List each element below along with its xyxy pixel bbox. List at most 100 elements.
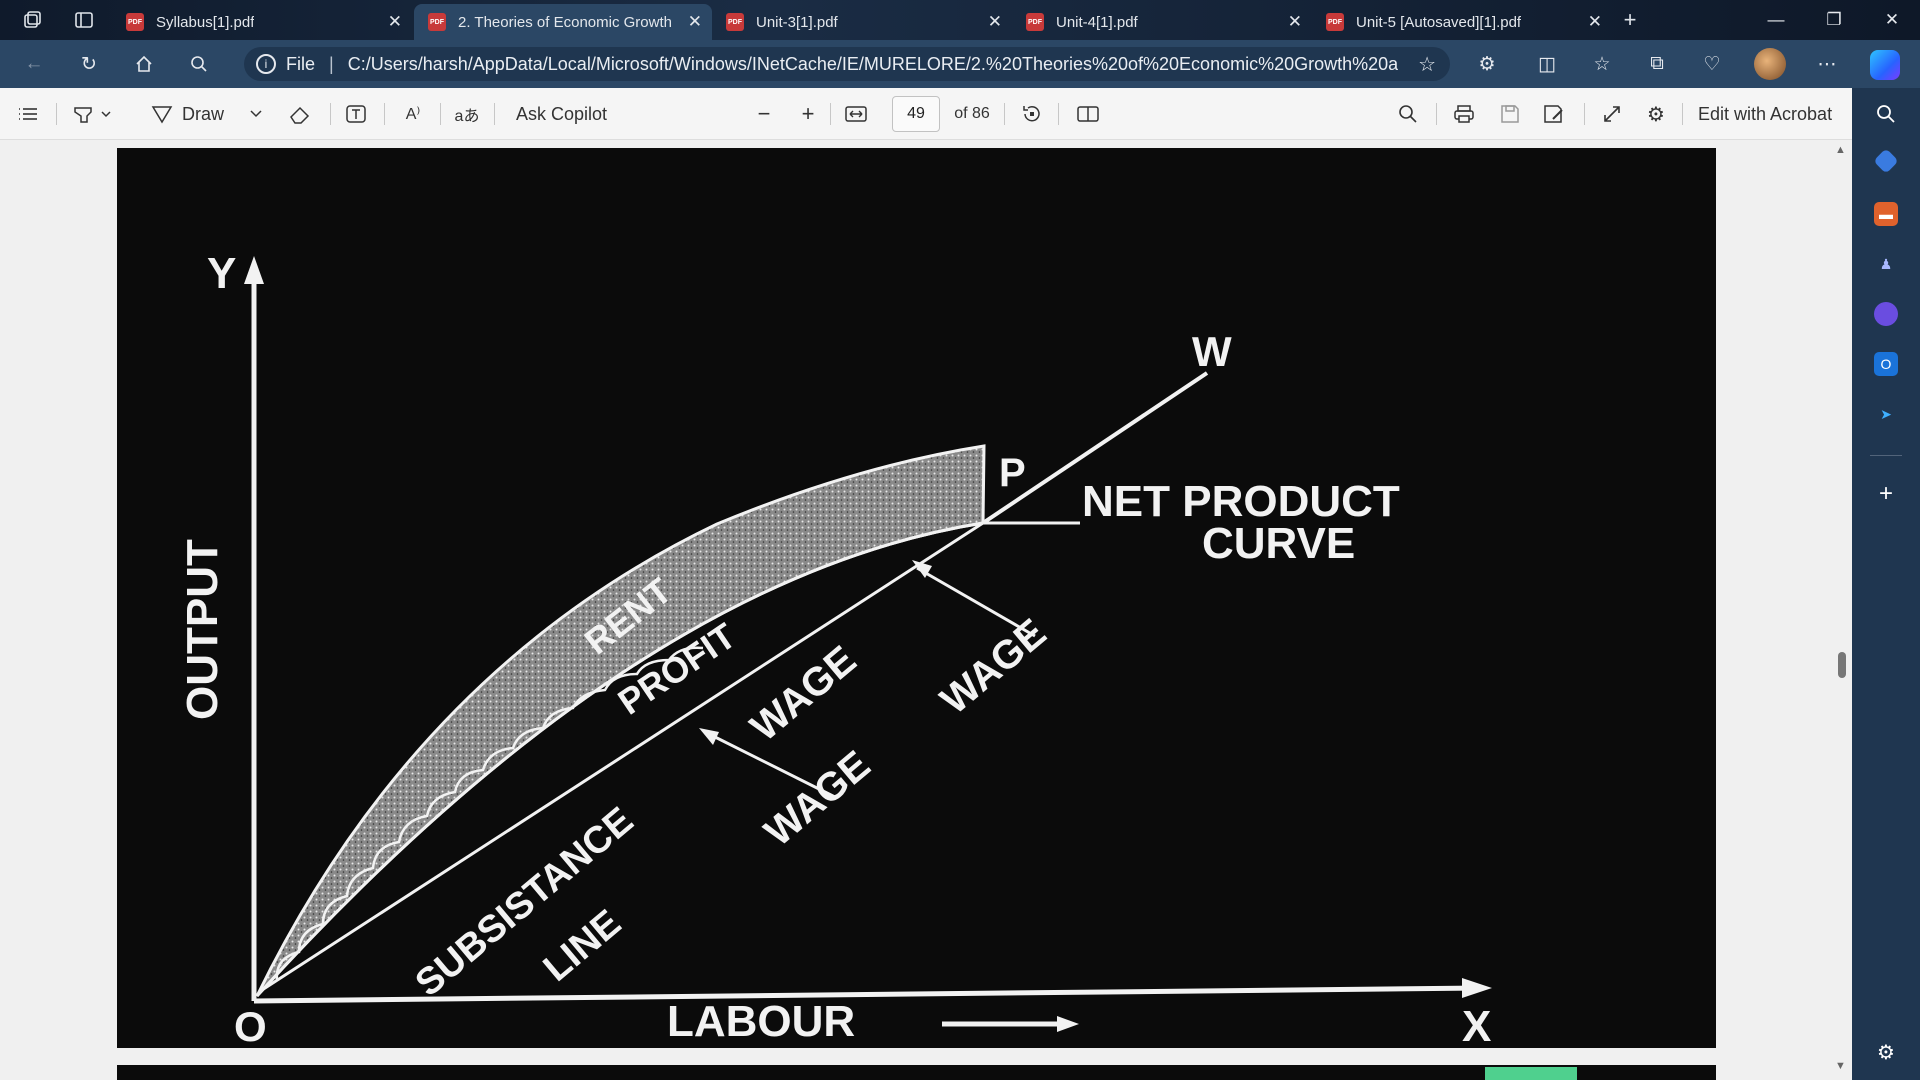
curve-label: CURVE (1202, 519, 1355, 568)
close-tab-icon[interactable]: ✕ (688, 12, 702, 32)
workspaces-icon[interactable] (20, 8, 44, 32)
extensions-icon[interactable]: ⚙ (1475, 52, 1499, 76)
back-icon[interactable]: ← (22, 52, 46, 76)
close-window-icon[interactable]: ✕ (1872, 6, 1912, 34)
find-in-pdf-icon[interactable] (1394, 100, 1422, 128)
edge-sidebar: ▬ ♟ O ➤ + ⚙ (1852, 88, 1920, 1080)
scroll-up-arrow-icon[interactable]: ▲ (1835, 144, 1846, 156)
table-of-contents-icon[interactable] (14, 100, 42, 128)
add-sidebar-app-icon[interactable]: + (1874, 480, 1898, 507)
collections-icon[interactable]: ⧉ (1645, 52, 1669, 76)
line-label: LINE (536, 902, 629, 990)
fullscreen-icon[interactable] (1598, 100, 1626, 128)
tab-unit-3[interactable]: PDF Unit-3[1].pdf ✕ (712, 4, 1012, 40)
sidebar-settings-icon[interactable]: ⚙ (1874, 1040, 1898, 1064)
minimize-icon[interactable]: — (1756, 6, 1796, 34)
tools-briefcase-icon[interactable]: ▬ (1874, 202, 1898, 226)
vertical-scrollbar[interactable] (1830, 140, 1852, 1080)
draw-label: Draw (182, 103, 225, 124)
toolbar-divider (494, 103, 495, 125)
edit-with-acrobat-button[interactable]: Edit with Acrobat (1698, 100, 1840, 128)
wage-label: WAGE (757, 743, 879, 855)
settings-gear-icon[interactable]: ⚙ (1642, 100, 1670, 128)
zoom-out-icon[interactable]: − (752, 100, 776, 128)
tab-label: Unit-4[1].pdf (1056, 13, 1138, 31)
close-tab-icon[interactable]: ✕ (1588, 12, 1602, 32)
ask-copilot-button[interactable]: Ask Copilot (516, 100, 616, 128)
more-options-icon[interactable]: ⋯ (1815, 52, 1839, 76)
search-icon[interactable] (187, 52, 211, 76)
tab-label: Unit-5 [Autosaved][1].pdf (1356, 13, 1522, 31)
shopping-tag-icon[interactable] (1873, 148, 1899, 174)
translate-icon[interactable]: aあ (452, 100, 482, 128)
zoom-in-icon[interactable]: + (796, 100, 820, 128)
restore-icon[interactable]: ❐ (1814, 6, 1854, 34)
tab-label: 2. Theories of Economic Growth (458, 13, 672, 31)
print-icon[interactable] (1450, 100, 1478, 128)
toolbar-divider (1436, 103, 1437, 125)
page-view-icon[interactable] (1074, 100, 1102, 128)
x-axis-letter: X (1462, 1002, 1491, 1048)
toolbar-divider (830, 103, 831, 125)
output-label: OUTPUT (178, 539, 227, 720)
tab-unit-5[interactable]: PDF Unit-5 [Autosaved][1].pdf ✕ (1312, 4, 1612, 40)
page-number-input[interactable]: 49 (892, 96, 940, 132)
refresh-icon[interactable]: ↻ (77, 52, 101, 76)
scroll-down-arrow-icon[interactable]: ▼ (1835, 1060, 1846, 1072)
save-as-icon[interactable] (1540, 100, 1568, 128)
site-info-icon[interactable]: i (256, 54, 276, 74)
save-icon[interactable] (1496, 100, 1524, 128)
draw-tool[interactable]: Draw (150, 100, 234, 128)
address-bar-row: ← ↻ i File | C:/Users/harsh/AppData/Loca… (0, 40, 1920, 88)
economic-growth-diagram: Y O X W P NET PRODUCT CURVE LABOUR OUTPU… (178, 249, 1492, 1051)
rent-area (255, 444, 986, 998)
tab-label: Unit-3[1].pdf (756, 13, 838, 31)
split-screen-icon[interactable]: ◫ (1535, 52, 1559, 76)
address-field[interactable]: i File | C:/Users/harsh/AppData/Local/Mi… (244, 47, 1450, 81)
home-icon[interactable] (132, 52, 156, 76)
send-icon[interactable]: ➤ (1874, 402, 1898, 426)
copilot-icon[interactable] (1870, 50, 1900, 80)
close-tab-icon[interactable]: ✕ (388, 12, 402, 32)
fit-to-width-icon[interactable] (842, 100, 870, 128)
rotate-icon[interactable] (1018, 100, 1046, 128)
favorites-icon[interactable]: ☆ (1590, 52, 1614, 76)
w-label: W (1192, 328, 1232, 375)
read-aloud-icon[interactable]: A⁾ (398, 100, 428, 128)
url-text[interactable]: C:/Users/harsh/AppData/Local/Microsoft/W… (348, 54, 1398, 75)
highlight-tool-icon[interactable] (68, 100, 116, 128)
draw-dropdown-chevron-icon[interactable] (246, 100, 266, 128)
favorite-star-icon[interactable]: ☆ (1418, 52, 1436, 77)
close-tab-icon[interactable]: ✕ (988, 12, 1002, 32)
sidebar-search-icon[interactable] (1874, 102, 1898, 126)
new-tab-icon[interactable]: + (1618, 7, 1642, 32)
outlook-icon[interactable]: O (1874, 352, 1898, 376)
p-label: P (999, 451, 1026, 495)
pdf-page: Y O X W P NET PRODUCT CURVE LABOUR OUTPU… (117, 148, 1716, 1051)
pdf-file-icon: PDF (428, 13, 446, 31)
wage-label: WAGE (933, 611, 1055, 723)
profile-avatar[interactable] (1754, 48, 1786, 80)
close-tab-icon[interactable]: ✕ (1288, 12, 1302, 32)
toolbar-divider (1004, 103, 1005, 125)
toolbar-divider (330, 103, 331, 125)
tab-unit-4[interactable]: PDF Unit-4[1].pdf ✕ (1012, 4, 1312, 40)
pdf-viewer[interactable]: Y O X W P NET PRODUCT CURVE LABOUR OUTPU… (0, 140, 1852, 1080)
pdf-toolbar: Draw A⁾ aあ Ask Copilot − + 49 of 86 ⚙ Ed… (0, 88, 1852, 140)
text-box-icon[interactable] (342, 100, 370, 128)
browser-essentials-icon[interactable]: ♡ (1700, 52, 1724, 76)
toolbar-divider (1682, 103, 1683, 125)
title-bar: PDF Syllabus[1].pdf ✕ PDF 2. Theories of… (0, 0, 1920, 40)
url-divider: | (329, 53, 334, 74)
tab-syllabus[interactable]: PDF Syllabus[1].pdf ✕ (112, 4, 412, 40)
eraser-icon[interactable] (286, 100, 314, 128)
copilot-app-icon[interactable] (1874, 302, 1898, 326)
origin-label: O (234, 1003, 267, 1048)
scroll-thumb[interactable] (1838, 652, 1846, 678)
toolbar-divider (1058, 103, 1059, 125)
games-icon[interactable]: ♟ (1874, 252, 1898, 276)
tab-actions-icon[interactable] (72, 8, 96, 32)
tab-theories-economic-growth[interactable]: PDF 2. Theories of Economic Growth ✕ (414, 4, 712, 40)
pdf-file-icon: PDF (1326, 13, 1344, 31)
subsistance-label: SUBSISTANCE (408, 799, 641, 1004)
